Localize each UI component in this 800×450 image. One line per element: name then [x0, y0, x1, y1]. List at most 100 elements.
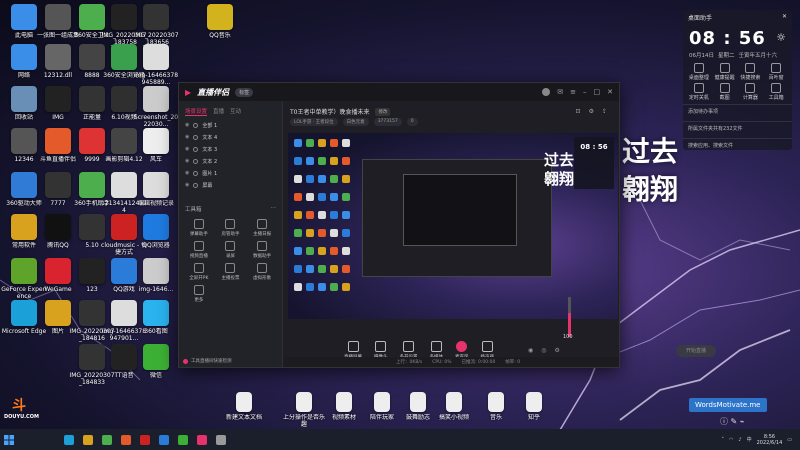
maximize-icon[interactable]: □: [594, 88, 601, 96]
visibility-icon[interactable]: ◉: [185, 134, 189, 140]
camera-icon[interactable]: ◉: [528, 347, 533, 354]
desktop-assistant-widget[interactable]: 桌面助手 ✕ 08 : 56 ☼ 06月14日 星期二 壬寅年五月十六 桌面整理…: [683, 10, 792, 150]
start-live-button[interactable]: 开始直播: [676, 345, 716, 357]
app-icon: [143, 128, 169, 154]
visibility-icon[interactable]: ◉: [185, 146, 189, 152]
eye-icon[interactable]: ◎: [541, 347, 546, 354]
avatar[interactable]: [542, 88, 551, 96]
mail-icon[interactable]: ✉: [557, 88, 563, 96]
edit-title-button[interactable]: 修改: [375, 107, 391, 116]
browser-taskbar-icon[interactable]: [102, 434, 112, 445]
volume-icon[interactable]: ♪: [738, 437, 741, 443]
toolbox-item[interactable]: 虚拟形象: [246, 263, 278, 281]
share-icon[interactable]: ⇪: [602, 108, 607, 115]
scene-tab[interactable]: 场景设置: [185, 107, 208, 116]
wechat-taskbar-icon[interactable]: [178, 434, 188, 445]
stream-preview[interactable]: 过去 翱翔 08 : 56: [288, 133, 618, 319]
visibility-icon[interactable]: ◉: [185, 158, 189, 164]
lock-toggle-icon[interactable]: [193, 146, 199, 152]
douyu-taskbar-icon[interactable]: [121, 434, 131, 445]
source-icon: [403, 341, 414, 352]
preview-desktop-icon: [318, 175, 326, 183]
widget-todo[interactable]: 添加待办事项: [683, 104, 792, 118]
widget-date-text: 06月14日: [689, 53, 714, 59]
scene-item[interactable]: ◉ 屏幕: [179, 179, 282, 191]
settings-icon[interactable]: ⚙: [589, 108, 594, 115]
widget-tool[interactable]: 工具箱: [764, 83, 788, 101]
desktop-icon[interactable]: QQ音乐: [198, 4, 242, 56]
scene-item[interactable]: ◉ 图片 1: [179, 167, 282, 179]
toolbox-item[interactable]: 主播投票: [215, 263, 247, 281]
scene-item[interactable]: ◉ 文本 3: [179, 143, 282, 155]
scene-item[interactable]: ◉ 文本 2: [179, 155, 282, 167]
edge-taskbar-icon[interactable]: [64, 434, 74, 445]
start-button[interactable]: [0, 429, 18, 450]
scene-tab[interactable]: 互动: [230, 107, 241, 116]
toolbox-item[interactable]: 更多: [183, 285, 215, 303]
widget-tool[interactable]: 健康提醒: [713, 63, 737, 81]
menu-icon[interactable]: ≡: [570, 88, 576, 96]
chevron-up-icon[interactable]: ˄: [722, 437, 725, 443]
preview-nested-window: [362, 159, 552, 277]
toolbox-item[interactable]: 录屏: [215, 241, 247, 259]
widget-tool-icon: [719, 63, 730, 73]
scene-tab[interactable]: 直播: [213, 107, 224, 116]
widget-search[interactable]: 搜索应用、搜索文件: [683, 138, 792, 152]
desktop-icon[interactable]: 微信: [134, 344, 178, 396]
scene-item[interactable]: ◉ 文本 4: [179, 131, 282, 143]
widget-tool[interactable]: 桌面整理: [687, 63, 711, 81]
notification-icon[interactable]: ▭: [787, 437, 792, 443]
desktop-icon[interactable]: IMG_20220307_184833: [69, 344, 115, 396]
toolbox-item[interactable]: 主播日报: [246, 219, 278, 237]
music-taskbar-icon[interactable]: [140, 434, 150, 445]
scene-panel: 场景设置 直播 互动 ◉ 全部 1 ◉ 文本 4 ◉ 文本 3 ◉ 文本 2 ◉ 图片 1 ◉ 屏幕 工具…: [179, 101, 283, 367]
scene-item[interactable]: ◉ 全部 1: [179, 119, 282, 131]
widget-tool[interactable]: 快捷搜索: [739, 63, 763, 81]
lock-toggle-icon[interactable]: [193, 122, 199, 128]
preview-desktop-icon: [306, 193, 314, 201]
widget-tool[interactable]: 截图: [713, 83, 737, 101]
toolbox-item[interactable]: 全屏开PK: [183, 263, 215, 281]
mic-volume-value: 100: [563, 334, 573, 340]
visibility-icon[interactable]: ◉: [185, 170, 189, 176]
app-taskbar-icon[interactable]: [216, 434, 226, 445]
lock-toggle-icon[interactable]: [193, 158, 199, 164]
widget-tool[interactable]: 计算器: [739, 83, 763, 101]
preview-desktop-icon: [342, 139, 350, 147]
words-motivate-badge[interactable]: WordsMotivate.me: [689, 398, 767, 412]
visibility-icon[interactable]: ◉: [185, 122, 189, 128]
qq-taskbar-icon[interactable]: [159, 434, 169, 445]
explorer-taskbar-icon[interactable]: [83, 434, 93, 445]
live-companion-taskbar-icon[interactable]: [197, 434, 207, 445]
widget-close-icon[interactable]: ✕: [782, 13, 787, 22]
lock-icon[interactable]: ⊡: [576, 108, 581, 115]
tray-clock[interactable]: 8:56 2022/6/14: [757, 434, 783, 446]
window-controls: ✉ ≡ – □ ✕: [542, 88, 613, 96]
more-icon[interactable]: ⋯: [271, 205, 277, 213]
ime-icon[interactable]: 中: [747, 436, 752, 443]
close-icon[interactable]: ✕: [607, 88, 613, 96]
app-icon: [45, 258, 71, 284]
minimize-icon[interactable]: –: [583, 88, 587, 96]
preview-desktop-icon: [294, 193, 302, 201]
lock-toggle-icon[interactable]: [193, 134, 199, 140]
toolbox-item[interactable]: 视频直播: [183, 241, 215, 259]
desktop-icon-label: QQ音乐: [209, 32, 231, 39]
preview-desktop-icon: [318, 193, 326, 201]
widget-tool[interactable]: 百叶窗: [764, 63, 788, 81]
network-icon[interactable]: ◠: [729, 437, 733, 443]
toolbox-item[interactable]: 房管助手: [215, 219, 247, 237]
toolbox-item-icon: [225, 241, 236, 251]
lock-toggle-icon[interactable]: [193, 170, 199, 176]
toolbox-item[interactable]: 数据助手: [246, 241, 278, 259]
toolbox-item-label: 数据助手: [253, 254, 272, 259]
lock-toggle-icon[interactable]: [193, 182, 199, 188]
app-badge[interactable]: 标签: [235, 87, 254, 97]
scene-item-label: 文本 3: [202, 146, 218, 153]
detect-footer[interactable]: 工具直播间快速检测: [183, 358, 232, 364]
mic-volume-slider[interactable]: [568, 297, 571, 337]
visibility-icon[interactable]: ◉: [185, 182, 189, 188]
toolbox-item[interactable]: 弹幕助手: [183, 219, 215, 237]
widget-tool[interactable]: 定时关机: [687, 83, 711, 101]
gear-icon[interactable]: ⚙: [555, 347, 560, 354]
